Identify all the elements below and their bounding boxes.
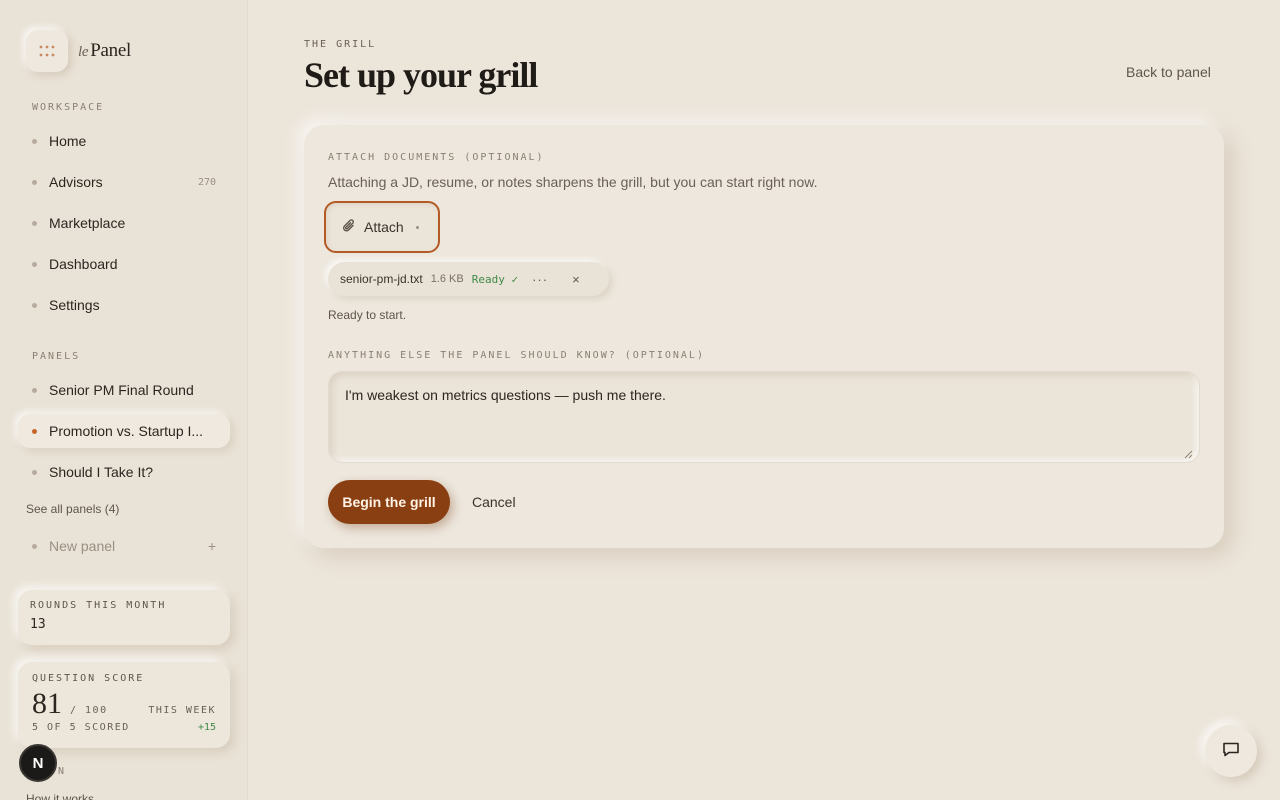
sidebar-item-settings[interactable]: Settings [18,288,230,322]
nav-dot [32,138,37,144]
notes-value: I'm weakest on metrics questions — push … [345,387,666,403]
nav-dot [32,469,37,475]
file-size: 1.6 KB [430,273,464,285]
sidebar-item-label: Senior PM Final Round [49,382,194,398]
cancel-button[interactable]: Cancel [472,494,516,510]
sidebar-item-panel-promotion[interactable]: Promotion vs. Startup I... [18,414,230,448]
question-score-card: QUESTION SCORE 81 / 100 THIS WEEK 5 OF 5… [18,662,230,748]
sidebar-item-dashboard[interactable]: Dashboard [18,247,230,281]
sidebar-item-marketplace[interactable]: Marketplace [18,206,230,240]
attach-button-label: Attach [364,219,404,235]
page-eyebrow: THE GRILL [304,39,377,50]
sidebar-item-label: Settings [49,297,100,313]
sidebar-item-panel-take-it[interactable]: Should I Take It? [18,455,230,489]
nav-dot-active [32,428,37,434]
sidebar-item-label: Marketplace [49,215,126,231]
brand-prefix: le [78,44,89,60]
rounds-value: 13 [30,617,46,632]
see-all-panels-link[interactable]: See all panels (4) [26,502,119,516]
nav-dot [32,261,37,267]
brand-title: Panel [90,40,131,61]
panels-label: PANELS [32,351,81,362]
nav-dot [32,179,37,185]
chat-button[interactable] [1205,725,1257,777]
sidebar-item-home[interactable]: Home [18,124,230,158]
sidebar-item-label: Home [49,133,87,149]
rounds-label: ROUNDS THIS MONTH [30,600,167,611]
sidebar-item-advisors[interactable]: Advisors 270 [18,165,230,199]
notes-textarea[interactable]: I'm weakest on metrics questions — push … [328,371,1200,463]
remove-file-icon[interactable]: × [572,272,580,287]
begin-grill-button[interactable]: Begin the grill [328,480,450,524]
nav-dot [32,220,37,226]
upload-status: Ready to start. [328,308,407,322]
advisors-count: 270 [197,176,216,188]
app-root: le Panel WORKSPACE Home Advisors 270 Mark… [0,0,1280,800]
sidebar-item-label: Should I Take It? [49,464,154,480]
sidebar-item-label: Dashboard [49,256,118,272]
paperclip-icon [342,218,356,237]
score-period: THIS WEEK [148,705,216,716]
grill-setup-card: ATTACH DOCUMENTS (OPTIONAL) Attaching a … [304,125,1224,548]
avatar[interactable]: N [19,744,57,782]
sidebar: le Panel WORKSPACE Home Advisors 270 Mark… [0,0,248,800]
file-name: senior-pm-jd.txt [340,272,423,286]
page-title: Set up your grill [304,55,538,95]
how-it-works-link[interactable]: How it works [26,792,94,800]
brand[interactable]: le Panel [26,30,131,72]
score-value: 81 [32,687,62,720]
attached-file-chip: senior-pm-jd.txt 1.6 KB Ready ✓ ··· × [328,262,609,296]
sidebar-item-label: Advisors [49,174,103,190]
score-label: QUESTION SCORE [32,673,145,684]
nav-dot [32,387,37,393]
plus-icon: + [207,538,216,554]
rounds-card: ROUNDS THIS MONTH 13 [18,590,230,645]
notes-label: ANYTHING ELSE THE PANEL SHOULD KNOW? (OP… [328,350,705,361]
more-options-icon[interactable]: ··· [532,272,548,287]
resize-handle-icon[interactable] [1183,446,1193,459]
nav-dot [32,302,37,308]
score-delta: +15 [197,722,216,733]
sidebar-section-label-partial: N [58,766,67,777]
new-panel-label: New panel [49,538,116,554]
sidebar-item-label: Promotion vs. Startup I... [49,423,204,439]
back-to-panel-link[interactable]: Back to panel [1126,64,1211,80]
file-status: Ready ✓ [471,272,519,286]
score-max: / 100 [70,705,108,716]
chat-bubble-icon [1221,739,1241,764]
brand-name: le Panel [78,40,131,62]
workspace-label: WORKSPACE [32,102,105,113]
grid-dots-icon[interactable] [26,30,68,72]
nav-dot [32,543,37,549]
attach-hint: Attaching a JD, resume, or notes sharpen… [328,174,818,190]
attach-button[interactable]: Attach [324,201,440,253]
new-panel-button[interactable]: New panel + [18,529,230,563]
score-scored: 5 OF 5 SCORED [32,722,130,733]
dropdown-dot-icon [415,225,419,229]
sidebar-item-panel-senior-pm[interactable]: Senior PM Final Round [18,373,230,407]
attach-documents-label: ATTACH DOCUMENTS (OPTIONAL) [328,152,545,163]
